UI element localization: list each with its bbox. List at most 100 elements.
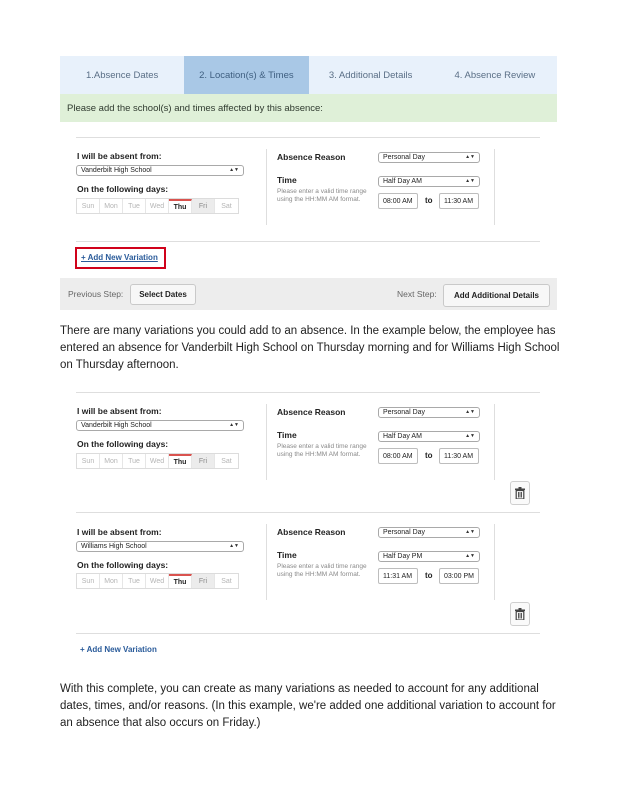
- day-thu[interactable]: Thu: [169, 454, 192, 468]
- reason-select[interactable]: Personal Day ▲▼: [378, 407, 480, 418]
- day-selector: Sun Mon Tue Wed Thu Fri Sat: [76, 573, 239, 589]
- chevron-updown-icon: ▲▼: [229, 543, 239, 549]
- time-value: Half Day AM: [383, 178, 422, 185]
- to-label: to: [425, 571, 433, 580]
- following-days-label: On the following days:: [77, 560, 169, 570]
- start-time-input[interactable]: 08:00 AM: [378, 448, 418, 464]
- day-thu[interactable]: Thu: [169, 574, 192, 588]
- time-value: Half Day AM: [383, 433, 422, 440]
- reason-value: Personal Day: [383, 409, 426, 416]
- day-tue[interactable]: Tue: [123, 574, 146, 588]
- next-step-label: Next Step:: [397, 289, 437, 299]
- chevron-updown-icon: ▲▼: [229, 422, 239, 428]
- trash-icon: [515, 487, 525, 499]
- add-additional-details-button[interactable]: Add Additional Details: [443, 284, 550, 307]
- following-days-label: On the following days:: [77, 184, 169, 194]
- day-mon[interactable]: Mon: [100, 574, 123, 588]
- divider: [76, 392, 540, 393]
- day-wed[interactable]: Wed: [146, 574, 169, 588]
- time-help-text: Please enter a valid time range using th…: [277, 443, 367, 458]
- school-value: Vanderbilt High School: [81, 422, 152, 429]
- reason-select[interactable]: Personal Day ▲▼: [378, 152, 480, 163]
- chevron-updown-icon: ▲▼: [465, 553, 475, 559]
- divider: [76, 137, 540, 138]
- start-time-input[interactable]: 08:00 AM: [378, 193, 418, 209]
- end-time-input[interactable]: 11:30 AM: [439, 448, 479, 464]
- end-time-input[interactable]: 11:30 AM: [439, 193, 479, 209]
- divider: [76, 633, 540, 634]
- add-new-variation-link[interactable]: + Add New Variation: [81, 253, 158, 262]
- time-label: Time: [277, 550, 297, 560]
- chevron-updown-icon: ▲▼: [465, 154, 475, 160]
- step-tabs: 1.Absence Dates 2. Location(s) & Times 3…: [60, 56, 557, 101]
- column-divider: [494, 149, 495, 225]
- time-help-text: Please enter a valid time range using th…: [277, 188, 367, 203]
- chevron-updown-icon: ▲▼: [465, 409, 475, 415]
- end-time-input[interactable]: 03:00 PM: [439, 568, 479, 584]
- day-selector: Sun Mon Tue Wed Thu Fri Sat: [76, 198, 239, 214]
- start-time-input[interactable]: 11:31 AM: [378, 568, 418, 584]
- absence-reason-label: Absence Reason: [277, 407, 346, 417]
- reason-value: Personal Day: [383, 529, 426, 536]
- time-value: Half Day PM: [383, 553, 423, 560]
- column-divider: [494, 404, 495, 480]
- column-divider: [266, 524, 267, 600]
- chevron-updown-icon: ▲▼: [465, 529, 475, 535]
- time-select[interactable]: Half Day AM ▲▼: [378, 176, 480, 187]
- paragraph-variations: There are many variations you could add …: [60, 325, 560, 371]
- day-wed[interactable]: Wed: [146, 454, 169, 468]
- school-select[interactable]: Vanderbilt High School ▲▼: [76, 165, 244, 176]
- column-divider: [494, 524, 495, 600]
- absent-from-label: I will be absent from:: [77, 527, 162, 537]
- tab-locations-times[interactable]: 2. Location(s) & Times: [184, 56, 309, 101]
- time-select[interactable]: Half Day PM ▲▼: [378, 551, 480, 562]
- trash-button[interactable]: [510, 602, 530, 626]
- time-label: Time: [277, 430, 297, 440]
- reason-select[interactable]: Personal Day ▲▼: [378, 527, 480, 538]
- school-select[interactable]: Williams High School ▲▼: [76, 541, 244, 552]
- day-fri[interactable]: Fri: [192, 454, 215, 468]
- day-tue[interactable]: Tue: [123, 454, 146, 468]
- to-label: to: [425, 451, 433, 460]
- day-sat[interactable]: Sat: [215, 199, 238, 213]
- day-sat[interactable]: Sat: [215, 454, 238, 468]
- instruction-banner: Please add the school(s) and times affec…: [60, 94, 557, 122]
- following-days-label: On the following days:: [77, 439, 169, 449]
- column-divider: [266, 149, 267, 225]
- day-mon[interactable]: Mon: [100, 199, 123, 213]
- divider: [76, 241, 540, 242]
- time-label: Time: [277, 175, 297, 185]
- chevron-updown-icon: ▲▼: [229, 167, 239, 173]
- day-wed[interactable]: Wed: [146, 199, 169, 213]
- previous-step-label: Previous Step:: [68, 289, 124, 299]
- absent-from-label: I will be absent from:: [77, 151, 162, 161]
- add-new-variation-link[interactable]: + Add New Variation: [80, 645, 157, 654]
- absent-from-label: I will be absent from:: [77, 406, 162, 416]
- day-fri[interactable]: Fri: [192, 574, 215, 588]
- school-value: Williams High School: [81, 543, 147, 550]
- day-selector: Sun Mon Tue Wed Thu Fri Sat: [76, 453, 239, 469]
- day-sun[interactable]: Sun: [77, 574, 100, 588]
- column-divider: [266, 404, 267, 480]
- day-sun[interactable]: Sun: [77, 454, 100, 468]
- day-fri[interactable]: Fri: [192, 199, 215, 213]
- select-dates-button[interactable]: Select Dates: [130, 284, 196, 305]
- tab-additional-details[interactable]: 3. Additional Details: [309, 56, 433, 94]
- trash-button[interactable]: [510, 481, 530, 505]
- time-help-text: Please enter a valid time range using th…: [277, 563, 367, 578]
- tab-absence-review[interactable]: 4. Absence Review: [433, 56, 557, 94]
- chevron-updown-icon: ▲▼: [465, 433, 475, 439]
- day-sun[interactable]: Sun: [77, 199, 100, 213]
- absence-reason-label: Absence Reason: [277, 152, 346, 162]
- day-tue[interactable]: Tue: [123, 199, 146, 213]
- trash-icon: [515, 608, 525, 620]
- time-select[interactable]: Half Day AM ▲▼: [378, 431, 480, 442]
- school-value: Vanderbilt High School: [81, 167, 152, 174]
- absence-reason-label: Absence Reason: [277, 527, 346, 537]
- day-sat[interactable]: Sat: [215, 574, 238, 588]
- day-mon[interactable]: Mon: [100, 454, 123, 468]
- school-select[interactable]: Vanderbilt High School ▲▼: [76, 420, 244, 431]
- paragraph-complete: With this complete, you can create as ma…: [60, 683, 556, 729]
- day-thu[interactable]: Thu: [169, 199, 192, 213]
- tab-absence-dates[interactable]: 1.Absence Dates: [60, 56, 184, 94]
